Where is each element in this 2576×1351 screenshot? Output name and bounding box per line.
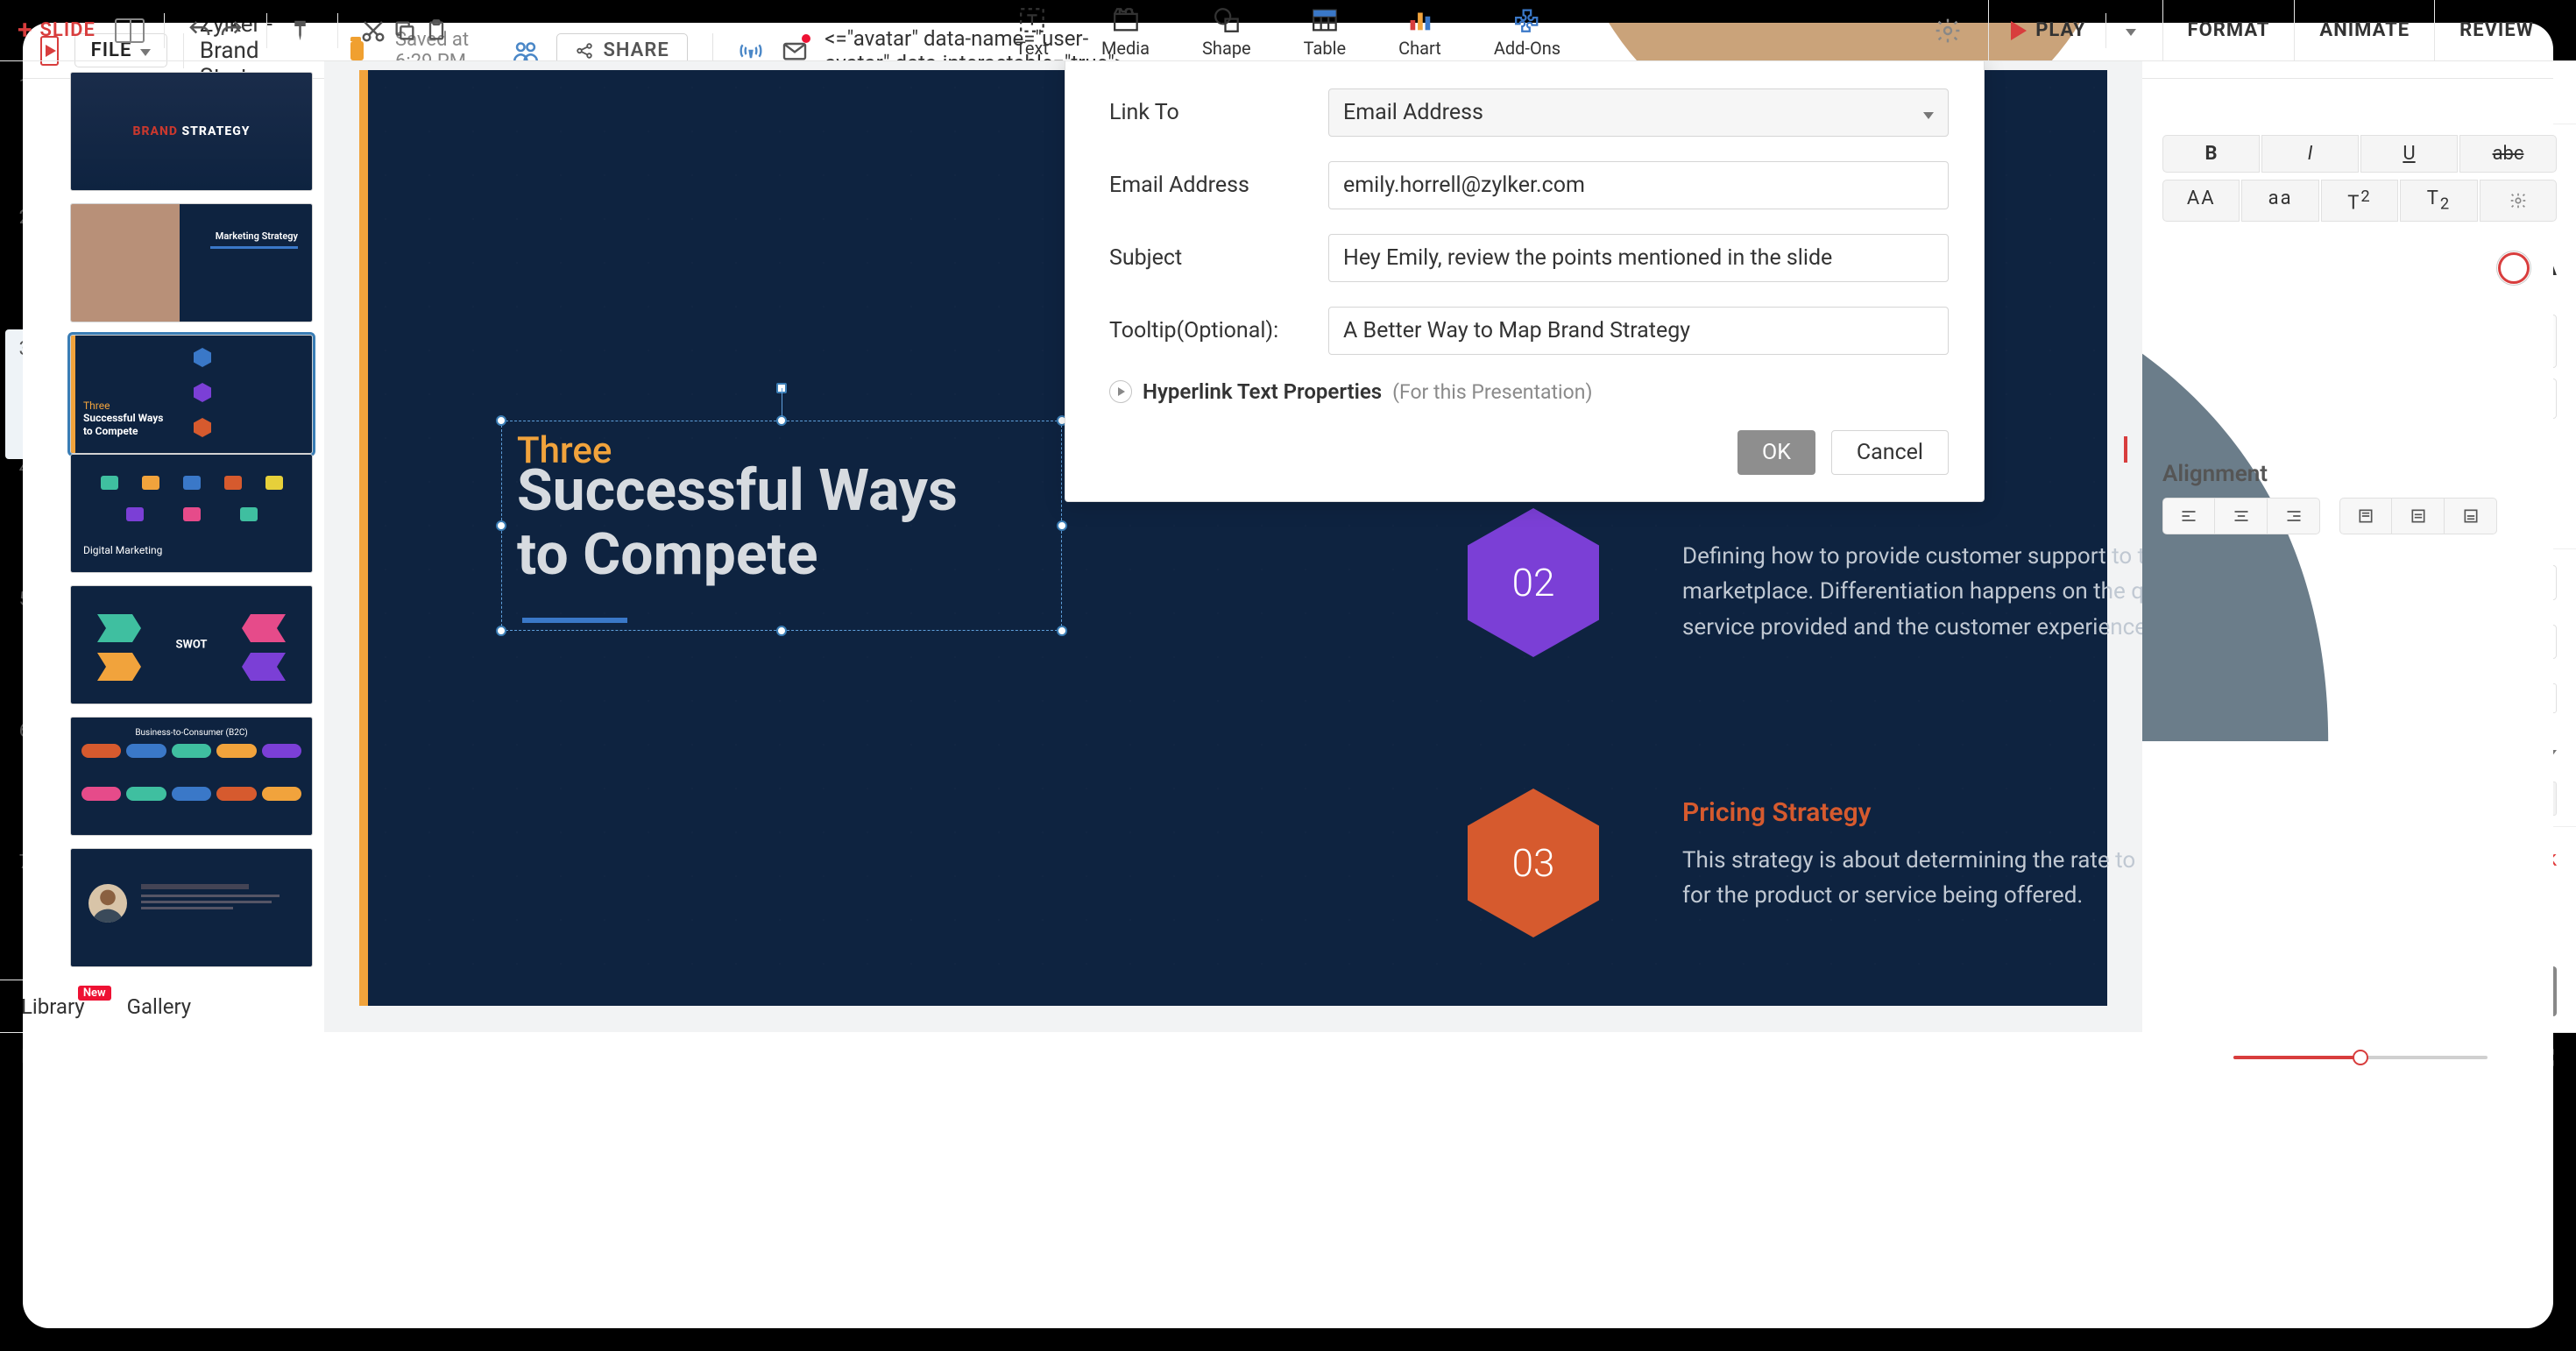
hyperlink-text-properties-toggle[interactable]: Hyperlink Text Properties (For this Pres… — [1109, 379, 1949, 404]
italic-button[interactable]: I — [2261, 135, 2359, 173]
body-text-2: Defining how to provide customer support… — [1682, 530, 2142, 645]
case-settings-button[interactable] — [2480, 180, 2557, 222]
paste-button[interactable] — [421, 15, 452, 46]
align-right-button[interactable] — [2268, 498, 2320, 534]
insert-addons-button[interactable]: Add-Ons — [1494, 5, 1560, 59]
valign-top-button[interactable] — [2339, 498, 2392, 534]
tab-format[interactable]: FORMAT — [2163, 0, 2296, 60]
plus-icon: + — [18, 22, 33, 39]
subscript-button[interactable]: T2 — [2400, 180, 2477, 222]
align-left-button[interactable] — [2162, 498, 2215, 534]
slide-canvas-area[interactable]: Three Successful Waysto Compete 02 03 ce… — [324, 61, 2142, 1032]
chevron-down-icon[interactable] — [2126, 19, 2136, 41]
uppercase-button[interactable]: AA — [2162, 180, 2240, 222]
subject-label: Subject — [1109, 245, 1311, 271]
dialog-cancel-button[interactable]: Cancel — [1831, 430, 1949, 475]
align-center-button[interactable] — [2215, 498, 2268, 534]
hyperlink-dialog: Link To Email Address Email Address emil… — [1065, 61, 1985, 502]
settings-gear-icon[interactable] — [1934, 17, 1962, 45]
zoom-slider-knob[interactable] — [2353, 1050, 2368, 1065]
slide-thumbnail-6[interactable]: Business-to-Consumer (B2C) — [70, 717, 313, 836]
slide-thumbnail-1[interactable]: BRAND STRATEGY — [70, 72, 313, 191]
play-button[interactable]: PLAY — [1988, 0, 2135, 60]
main-toolbar: + SLIDE Text Media Shape — [0, 0, 2576, 61]
lowercase-button[interactable]: aa — [2241, 180, 2318, 222]
tab-review[interactable]: REVIEW — [2435, 0, 2558, 60]
tab-animate[interactable]: ANIMATE — [2295, 0, 2435, 60]
redo-button[interactable] — [216, 15, 247, 46]
strikethrough-button[interactable]: abc — [2459, 135, 2557, 173]
chevron-down-icon — [1923, 100, 1934, 125]
tab-gallery[interactable]: Gallery — [106, 994, 213, 1019]
insert-media-button[interactable]: Media — [1101, 5, 1150, 59]
bold-button[interactable]: B — [2162, 135, 2260, 173]
subject-input[interactable]: Hey Emily, review the points mentioned i… — [1328, 234, 1949, 282]
play-icon — [2011, 21, 2027, 40]
zoom-slider[interactable] — [2233, 1056, 2488, 1059]
insert-text-button[interactable]: Text — [1016, 5, 1049, 59]
underline-button[interactable]: U — [2360, 135, 2458, 173]
tooltip-input[interactable]: A Better Way to Map Brand Strategy — [1328, 307, 1949, 355]
slide-thumbnail-4[interactable]: Digital Marketing — [70, 454, 313, 573]
slide-thumbnail-7[interactable] — [70, 848, 313, 967]
expand-icon — [1109, 380, 1132, 403]
link-to-select[interactable]: Email Address — [1328, 88, 1949, 137]
dialog-ok-button[interactable]: OK — [1737, 430, 1815, 475]
slide-thumbnail-3[interactable]: ThreeSuccessful Waysto Compete — [70, 335, 313, 454]
slide-thumbnail-2[interactable]: Marketing Strategy — [70, 203, 313, 322]
cut-button[interactable] — [357, 15, 389, 46]
slide-layout-icon[interactable] — [115, 18, 145, 43]
email-address-input[interactable]: emily.horrell@zylker.com — [1328, 161, 1949, 209]
insert-table-button[interactable]: Table — [1304, 5, 1346, 59]
slide-thumbnail-5[interactable]: SWOT — [70, 585, 313, 704]
insert-chart-button[interactable]: Chart — [1398, 5, 1441, 59]
undo-button[interactable] — [184, 15, 216, 46]
play-label: PLAY — [2035, 19, 2085, 41]
body-text-3: Pricing Strategy This strategy is about … — [1682, 793, 2142, 913]
tooltip-label: Tooltip(Optional): — [1109, 318, 1311, 343]
copy-button[interactable] — [389, 15, 421, 46]
right-tab-group: PLAY FORMAT ANIMATE REVIEW — [1934, 0, 2558, 60]
add-slide-label: SLIDE — [40, 19, 96, 41]
superscript-button[interactable]: T2 — [2321, 180, 2398, 222]
insert-tool-group: Text Media Shape Table Chart Add-On — [1016, 5, 1560, 59]
text-selection-frame[interactable] — [501, 421, 1062, 631]
insert-shape-button[interactable]: Shape — [1202, 5, 1251, 59]
email-address-label: Email Address — [1109, 173, 1311, 198]
alignment-section-title: Alignment — [2162, 461, 2557, 487]
tab-library[interactable]: Library New — [0, 994, 106, 1019]
format-painter-button[interactable] — [287, 15, 318, 46]
add-slide-button[interactable]: + SLIDE — [18, 19, 96, 41]
valign-middle-button[interactable] — [2392, 498, 2445, 534]
link-to-label: Link To — [1109, 100, 1311, 125]
valign-bottom-button[interactable] — [2445, 498, 2497, 534]
font-color-swatch[interactable] — [2498, 252, 2530, 284]
